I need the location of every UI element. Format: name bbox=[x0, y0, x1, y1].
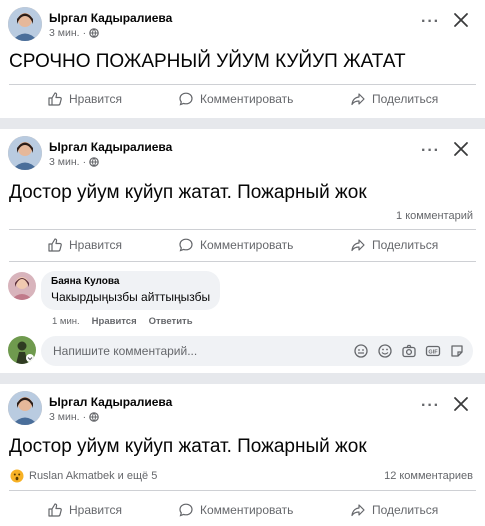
avatar[interactable] bbox=[8, 7, 42, 41]
gif-icon[interactable]: GIF bbox=[425, 343, 441, 359]
comment-icon bbox=[179, 92, 193, 106]
comment-icon bbox=[179, 238, 193, 252]
post-text: СРОЧНО ПОЖАРНЫЙ УЙУМ КУЙУП ЖАТАТ bbox=[9, 51, 406, 72]
share-label: Поделиться bbox=[372, 238, 439, 252]
comment-reply-link[interactable]: Ответить bbox=[149, 316, 193, 327]
like-label: Нравится bbox=[69, 503, 122, 517]
like-label: Нравится bbox=[69, 238, 122, 252]
post-text: Достор уйум куйуп жатат. Пожарный жок bbox=[9, 182, 367, 203]
comment-icon bbox=[179, 503, 193, 517]
globe-icon bbox=[89, 412, 99, 422]
post-header: Ыргал Кадыралиева 3 мин. · ··· bbox=[8, 7, 478, 43]
author-name[interactable]: Ыргал Кадыралиева bbox=[49, 11, 172, 25]
avatar[interactable] bbox=[8, 136, 42, 170]
post-meta: 3 мин. · bbox=[49, 411, 99, 423]
comment-text: Чакырдыңызбы айттыңызбы bbox=[51, 290, 211, 304]
comment-bubble: Баяна Кулова Чакырдыңызбы айттыңызбы bbox=[41, 271, 221, 310]
svg-text:GIF: GIF bbox=[428, 350, 438, 356]
comment-count[interactable]: 12 комментариев bbox=[384, 470, 473, 482]
globe-icon bbox=[89, 28, 99, 38]
post-meta: 3 мин. · bbox=[49, 156, 99, 168]
post-header: Ыргал Кадыралиева 3 мин. · ··· bbox=[8, 136, 478, 172]
author-name[interactable]: Ыргал Кадыралиева bbox=[49, 140, 172, 154]
more-options-icon[interactable]: ··· bbox=[421, 142, 440, 160]
comment-label: Комментировать bbox=[200, 503, 294, 517]
post-card: Ыргал Кадыралиева 3 мин. · ··· Достор уй… bbox=[0, 129, 485, 373]
globe-icon bbox=[89, 157, 99, 167]
divider bbox=[9, 84, 476, 85]
comment-button[interactable]: Комментировать bbox=[178, 502, 293, 518]
like-button[interactable]: Нравится bbox=[47, 502, 122, 518]
post-card: Ыргал Кадыралиева 3 мин. · ··· Достор уй… bbox=[0, 384, 485, 526]
share-icon bbox=[351, 93, 365, 106]
like-button[interactable]: Нравится bbox=[47, 91, 122, 107]
author-name[interactable]: Ыргал Кадыралиева bbox=[49, 395, 172, 409]
post-meta: 3 мин. · bbox=[49, 27, 99, 39]
comment-button[interactable]: Комментировать bbox=[178, 237, 293, 253]
divider bbox=[9, 229, 476, 230]
commenter-avatar[interactable] bbox=[8, 272, 36, 300]
comment-links: 1 мин. Нравится Ответить bbox=[52, 316, 193, 327]
comment-label: Комментировать bbox=[200, 238, 294, 252]
share-label: Поделиться bbox=[372, 503, 439, 517]
reactions-text: Ruslan Akmatbek и ещё 5 bbox=[29, 470, 158, 482]
close-icon[interactable] bbox=[450, 9, 472, 31]
share-icon bbox=[351, 239, 365, 252]
close-icon[interactable] bbox=[450, 138, 472, 160]
dot-separator: · bbox=[82, 27, 87, 39]
more-options-icon[interactable]: ··· bbox=[421, 13, 440, 31]
share-icon bbox=[351, 504, 365, 517]
reactions-summary[interactable]: Ruslan Akmatbek и ещё 5 bbox=[10, 469, 157, 483]
comment-like-link[interactable]: Нравится bbox=[92, 316, 137, 327]
post-time[interactable]: 3 мин. bbox=[49, 27, 80, 39]
comment-count[interactable]: 1 комментарий bbox=[396, 210, 473, 222]
close-icon[interactable] bbox=[450, 393, 472, 415]
emoji-icon[interactable] bbox=[377, 343, 393, 359]
like-icon bbox=[48, 92, 62, 106]
avatar-sticker-icon[interactable] bbox=[353, 343, 369, 359]
share-button[interactable]: Поделиться bbox=[350, 502, 438, 518]
avatar[interactable] bbox=[8, 391, 42, 425]
share-button[interactable]: Поделиться bbox=[350, 91, 438, 107]
comment-input-placeholder: Напишите комментарий... bbox=[53, 344, 198, 358]
post-time[interactable]: 3 мин. bbox=[49, 411, 80, 423]
divider bbox=[9, 261, 476, 262]
post-text: Достор уйум куйуп жатат. Пожарный жок bbox=[9, 436, 367, 457]
more-options-icon[interactable]: ··· bbox=[421, 397, 440, 415]
comment-label: Комментировать bbox=[200, 92, 294, 106]
like-icon bbox=[48, 238, 62, 252]
sticker-icon[interactable] bbox=[449, 343, 465, 359]
like-button[interactable]: Нравится bbox=[47, 237, 122, 253]
like-label: Нравится bbox=[69, 92, 122, 106]
share-label: Поделиться bbox=[372, 92, 439, 106]
comment-time[interactable]: 1 мин. bbox=[52, 316, 80, 327]
post-card: Ыргал Кадыралиева 3 мин. · ··· СРОЧНО ПО… bbox=[0, 0, 485, 118]
comment-button[interactable]: Комментировать bbox=[178, 91, 293, 107]
commenter-name[interactable]: Баяна Кулова bbox=[51, 276, 210, 287]
post-header: Ыргал Кадыралиева 3 мин. · ··· bbox=[8, 391, 478, 427]
divider bbox=[9, 490, 476, 491]
post-time[interactable]: 3 мин. bbox=[49, 156, 80, 168]
comment-input[interactable]: Напишите комментарий... GIF bbox=[41, 336, 473, 366]
user-avatar[interactable] bbox=[8, 336, 36, 364]
like-icon bbox=[48, 503, 62, 517]
dot-separator: · bbox=[82, 411, 87, 423]
camera-icon[interactable] bbox=[401, 343, 417, 359]
share-button[interactable]: Поделиться bbox=[350, 237, 438, 253]
dot-separator: · bbox=[82, 156, 87, 168]
wow-reaction-icon bbox=[10, 469, 24, 483]
composer-tools: GIF bbox=[353, 343, 465, 359]
